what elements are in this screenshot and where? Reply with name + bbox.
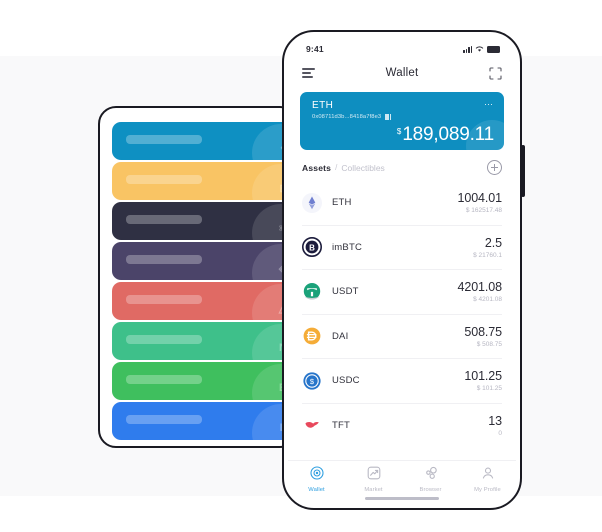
tab-label: Market xyxy=(364,487,383,493)
home-indicator xyxy=(365,497,439,500)
asset-values: 508.75 $ 508.75 xyxy=(464,325,502,348)
phone-screen: 9:41 Wallet ETH 0x08711d3b...8418a7f8e3 … xyxy=(288,36,516,504)
wallet-target-icon xyxy=(309,466,324,485)
plus-circle-icon[interactable] xyxy=(487,160,502,175)
phone-frame: 9:41 Wallet ETH 0x08711d3b...8418a7f8e3 … xyxy=(282,30,522,510)
asset-symbol: DAI xyxy=(332,330,349,342)
asset-amount: 4201.08 xyxy=(457,280,503,295)
coin-card-placeholder-bar xyxy=(126,335,202,344)
tab-label: Wallet xyxy=(308,487,325,493)
tab-label: My Profile xyxy=(474,487,501,493)
asset-row[interactable]: DAI 508.75 $ 508.75 xyxy=(302,315,502,359)
scan-frame-icon[interactable] xyxy=(489,66,502,80)
tab-my-profile[interactable]: My Profile xyxy=(459,466,516,493)
balance-amount: 189,089.11 xyxy=(402,124,494,145)
profile-person-icon xyxy=(481,466,495,485)
wallet-balance: $ 189,089.11 xyxy=(397,124,494,146)
tab-separator: / xyxy=(335,163,338,172)
asset-list: ETH 1004.01 $ 162517.48 BimBTC 2.5 $ 21760.1 U… xyxy=(288,181,516,447)
wifi-icon xyxy=(475,46,484,52)
asset-symbol: TFT xyxy=(332,419,351,431)
coin-card-panel: ♦฿⚛◈△NBL xyxy=(98,106,298,448)
asset-amount: 1004.01 xyxy=(457,191,503,206)
coin-card[interactable]: ◈ xyxy=(112,242,296,280)
coin-card-placeholder-bar xyxy=(126,175,202,184)
qr-code-icon[interactable] xyxy=(385,114,392,120)
coin-card-placeholder-bar xyxy=(126,255,202,264)
wallet-address-row[interactable]: 0x08711d3b...8418a7f8e3 xyxy=(312,114,392,120)
menu-lines-icon[interactable] xyxy=(302,68,315,78)
asset-row[interactable]: $ USDC 101.25 $ 101.25 xyxy=(302,359,502,404)
tab-collectibles[interactable]: Collectibles xyxy=(341,163,384,173)
coin-card[interactable]: N xyxy=(112,322,296,360)
coin-card-placeholder-bar xyxy=(126,135,202,144)
asset-fiat-value: 0 xyxy=(498,429,502,437)
coin-card-placeholder-bar xyxy=(126,215,202,224)
market-chart-icon xyxy=(367,466,381,485)
tab-market[interactable]: Market xyxy=(345,466,402,493)
browser-nodes-icon xyxy=(424,466,438,485)
asset-amount: 2.5 xyxy=(484,235,502,250)
svg-text:B: B xyxy=(309,244,315,253)
asset-values: 1004.01 $ 162517.48 xyxy=(458,191,503,214)
asset-values: 4201.08 $ 4201.08 xyxy=(458,280,503,303)
asset-fiat-value: $ 21760.1 xyxy=(473,251,502,259)
cellular-signal-icon xyxy=(463,45,472,53)
asset-symbol: USDT xyxy=(332,286,359,298)
asset-symbol: imBTC xyxy=(332,241,363,253)
battery-icon xyxy=(487,46,500,53)
status-bar: 9:41 xyxy=(288,36,516,58)
asset-symbol: USDC xyxy=(332,375,360,387)
currency-symbol: $ xyxy=(396,127,402,136)
asset-fiat-value: $ 4201.08 xyxy=(473,296,502,304)
coin-card[interactable]: △ xyxy=(112,282,296,320)
coin-card[interactable]: ♦ xyxy=(112,122,296,160)
asset-fiat-value: $ 101.25 xyxy=(476,385,502,393)
status-time: 9:41 xyxy=(306,44,324,54)
asset-values: 13 0 xyxy=(488,414,502,437)
asset-amount: 508.75 xyxy=(464,324,502,339)
asset-amount: 13 xyxy=(488,413,502,428)
coin-card-stack: ♦฿⚛◈△NBL xyxy=(112,122,296,442)
coin-card[interactable]: ฿ xyxy=(112,162,296,200)
ethereum-icon xyxy=(302,192,322,213)
coin-card[interactable]: B xyxy=(112,362,296,400)
asset-values: 2.5 $ 21760.1 xyxy=(473,236,502,259)
more-dots-icon[interactable]: ⋯ xyxy=(484,100,494,109)
asset-amount: 101.25 xyxy=(464,369,502,384)
wallet-address: 0x08711d3b...8418a7f8e3 xyxy=(312,114,382,120)
usdc-icon: $ xyxy=(302,371,322,391)
coin-card-placeholder-bar xyxy=(126,415,202,424)
nav-bar: Wallet xyxy=(288,58,516,88)
asset-fiat-value: $ 162517.48 xyxy=(465,207,502,215)
coin-card-placeholder-bar xyxy=(126,375,202,384)
tether-icon xyxy=(302,282,322,302)
asset-values: 101.25 $ 101.25 xyxy=(464,369,502,392)
dai-icon xyxy=(302,326,322,346)
wallet-balance-card[interactable]: ETH 0x08711d3b...8418a7f8e3 ⋯ $ 189,089.… xyxy=(300,92,504,150)
asset-row[interactable]: TFT 13 0 xyxy=(302,404,502,448)
page-title: Wallet xyxy=(385,67,419,79)
asset-symbol: ETH xyxy=(332,197,352,209)
tab-assets[interactable]: Assets xyxy=(302,163,331,173)
asset-row[interactable]: ETH 1004.01 $ 162517.48 xyxy=(302,181,502,226)
tab-label: Browser xyxy=(419,487,442,493)
asset-row[interactable]: USDT 4201.08 $ 4201.08 xyxy=(302,270,502,315)
tab-browser[interactable]: Browser xyxy=(402,466,459,493)
tft-bird-icon xyxy=(302,415,322,435)
wallet-name: ETH xyxy=(312,100,334,111)
imbtc-icon: B xyxy=(302,237,322,258)
phone-side-button[interactable] xyxy=(521,145,525,197)
coin-card[interactable]: ⚛ xyxy=(112,202,296,240)
coin-card[interactable]: L xyxy=(112,402,296,440)
asset-fiat-value: $ 508.75 xyxy=(476,340,502,348)
status-icons xyxy=(463,45,500,53)
tab-wallet[interactable]: Wallet xyxy=(288,466,345,493)
assets-header: Assets / Collectibles xyxy=(288,150,516,181)
asset-row[interactable]: BimBTC 2.5 $ 21760.1 xyxy=(302,226,502,270)
coin-card-placeholder-bar xyxy=(126,295,202,304)
